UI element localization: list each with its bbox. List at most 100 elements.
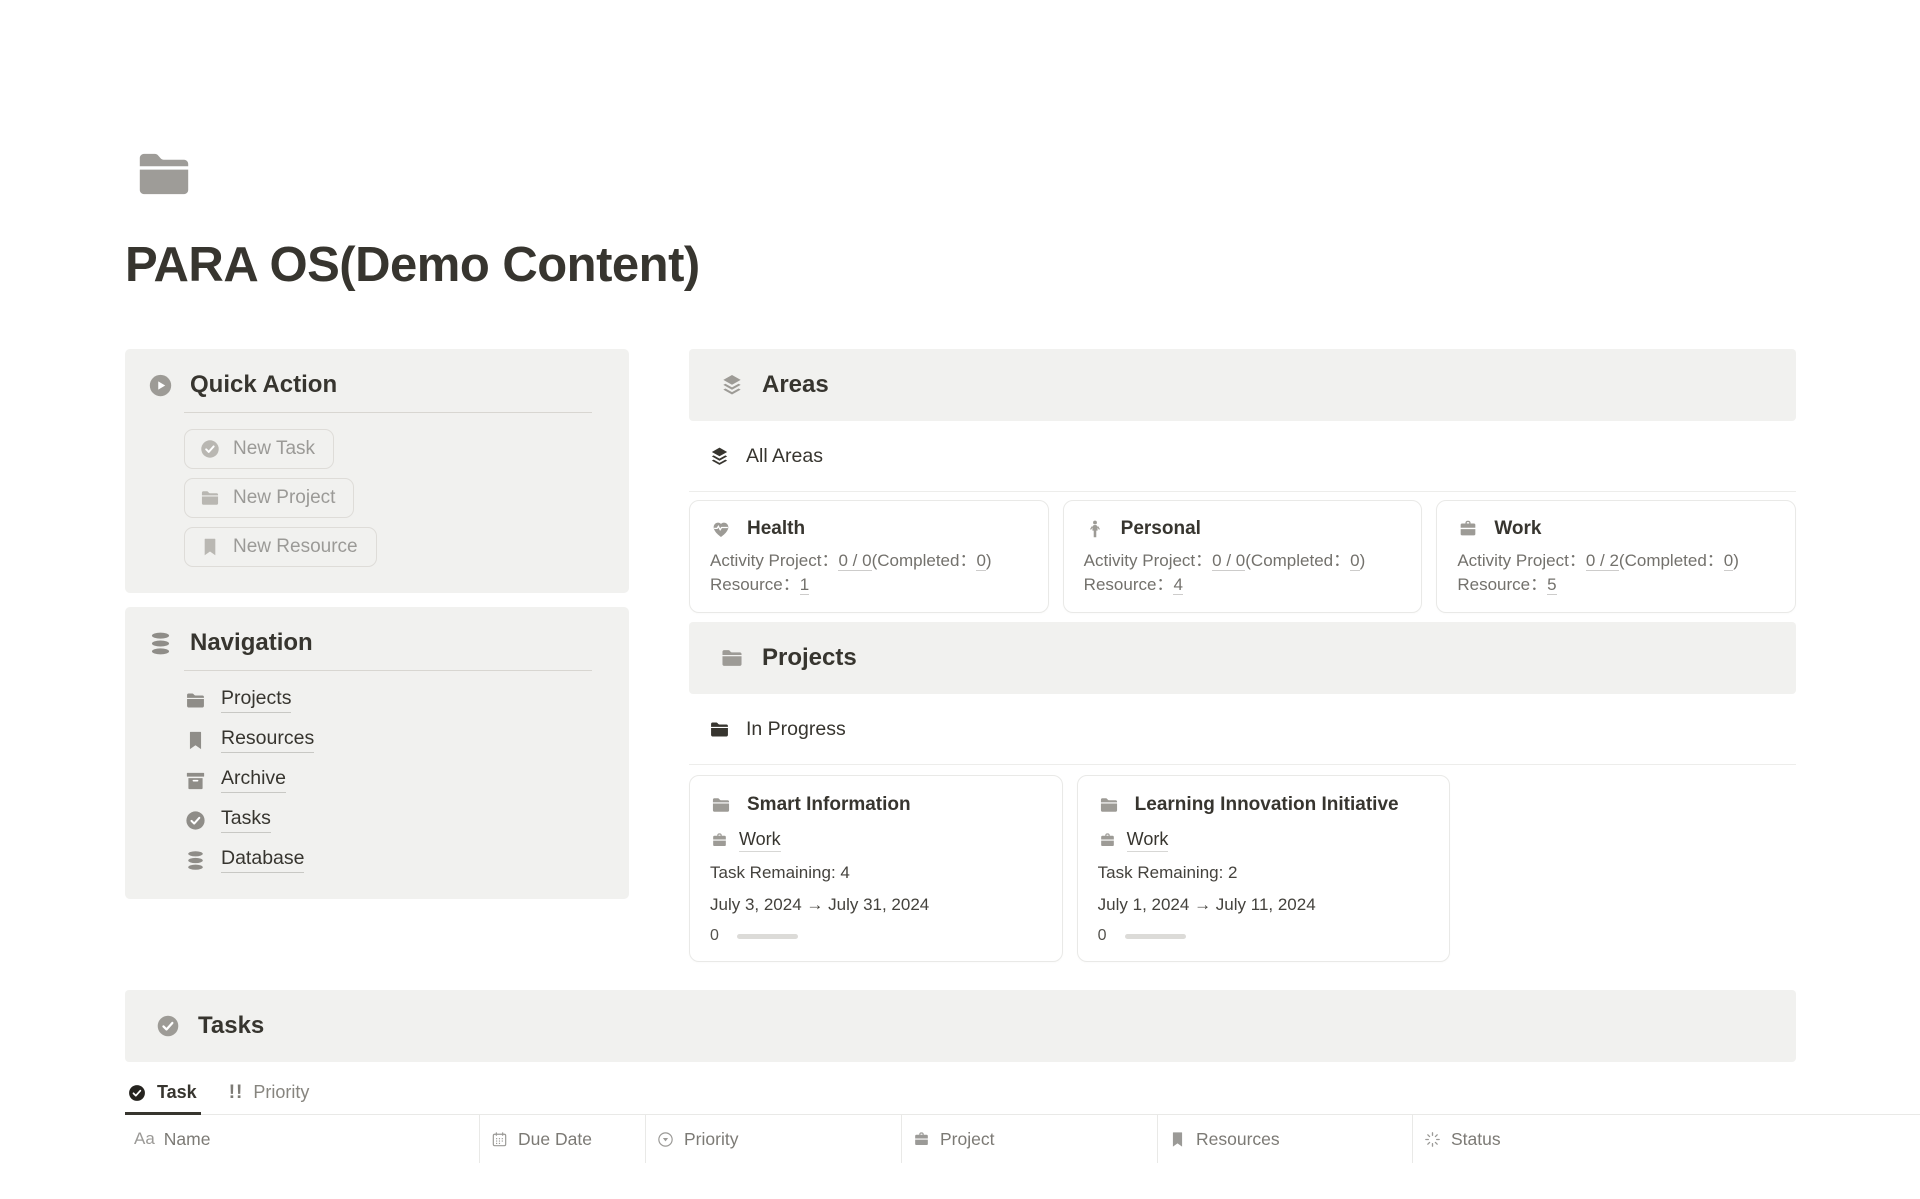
area-name: Health	[747, 518, 805, 540]
briefcase-icon	[912, 1130, 931, 1149]
project-card-smart-information[interactable]: Smart Information Work Task Remaining: 4…	[689, 775, 1063, 962]
all-areas-view-tab[interactable]: All Areas	[689, 421, 1796, 492]
resource-prefix: Resource：	[710, 575, 800, 594]
page-title: PARA OS(Demo Content)	[125, 237, 1920, 293]
layers-icon	[719, 372, 745, 398]
navigation-header: Navigation	[147, 629, 609, 657]
area-activity-line: Activity Project：0 / 2(Completed：0)	[1457, 549, 1775, 573]
folder-icon[interactable]	[125, 141, 203, 207]
database-icon	[184, 849, 207, 872]
all-areas-label: All Areas	[746, 445, 823, 468]
new-task-label: New Task	[233, 438, 315, 460]
left-column: Quick Action New Task New Project New Re…	[125, 349, 629, 962]
activity-count-link[interactable]: 0 / 0	[838, 551, 871, 571]
new-project-button[interactable]: New Project	[184, 478, 354, 518]
areas-section-title: Areas	[762, 371, 829, 399]
quick-action-title: Quick Action	[190, 371, 337, 399]
completed-count-link[interactable]: 0	[1350, 551, 1359, 571]
tasks-table-header: Aa Name Due Date Priority Project Resour…	[125, 1115, 1920, 1163]
play-circle-icon	[147, 372, 174, 399]
area-name: Work	[1494, 518, 1541, 540]
task-remaining-text: Task Remaining: 4	[710, 863, 1042, 883]
areas-section-bar[interactable]: Areas	[689, 349, 1796, 421]
resource-prefix: Resource：	[1084, 575, 1174, 594]
activity-prefix: Activity Project：	[1084, 551, 1212, 570]
check-circle-icon	[199, 438, 221, 460]
area-card-personal[interactable]: Personal Activity Project：0 / 0(Complete…	[1063, 500, 1423, 613]
column-header-resources[interactable]: Resources	[1158, 1115, 1413, 1163]
tab-task[interactable]: Task	[125, 1082, 201, 1115]
status-spinner-icon	[1423, 1130, 1442, 1149]
projects-section-title: Projects	[762, 644, 857, 672]
resource-count-link[interactable]: 1	[800, 575, 809, 595]
bookmark-icon	[199, 536, 221, 558]
column-header-name[interactable]: Aa Name	[125, 1115, 480, 1163]
sidebar-item-archive: Archive	[184, 767, 609, 793]
column-header-due-date[interactable]: Due Date	[480, 1115, 646, 1163]
archive-link[interactable]: Archive	[221, 767, 286, 793]
sidebar-item-tasks: Tasks	[184, 807, 609, 833]
in-progress-label: In Progress	[746, 718, 846, 741]
area-cards-row: Health Activity Project：0 / 0(Completed：…	[689, 500, 1796, 613]
column-status-label: Status	[1451, 1129, 1501, 1150]
empty-card-slot	[1464, 775, 1796, 962]
area-card-title-row: Personal	[1084, 518, 1402, 540]
area-activity-line: Activity Project：0 / 0(Completed：0)	[710, 549, 1028, 573]
project-card-learning-innovation-initiative[interactable]: Learning Innovation Initiative Work Task…	[1077, 775, 1451, 962]
projects-link[interactable]: Projects	[221, 687, 291, 713]
check-circle-icon	[184, 809, 207, 832]
sidebar-item-resources: Resources	[184, 727, 609, 753]
completed-suffix: )	[1360, 551, 1366, 570]
column-header-project[interactable]: Project	[902, 1115, 1158, 1163]
column-priority-label: Priority	[684, 1129, 738, 1150]
quick-action-card: Quick Action New Task New Project New Re…	[125, 349, 629, 593]
tasks-link[interactable]: Tasks	[221, 807, 271, 833]
project-name: Learning Innovation Initiative	[1135, 794, 1399, 816]
project-area-link[interactable]: Work	[1127, 829, 1169, 852]
activity-count-link[interactable]: 0 / 0	[1212, 551, 1245, 571]
quick-action-buttons: New Task New Project New Resource	[184, 429, 609, 567]
progress-row: 0	[1098, 927, 1430, 945]
new-project-label: New Project	[233, 487, 335, 509]
text-aa-icon: Aa	[134, 1129, 155, 1149]
column-resources-label: Resources	[1196, 1129, 1280, 1150]
tab-task-label: Task	[157, 1082, 197, 1103]
tasks-section-bar[interactable]: Tasks	[125, 990, 1796, 1062]
resource-count-link[interactable]: 5	[1547, 575, 1556, 595]
briefcase-icon	[710, 831, 729, 850]
check-circle-icon	[155, 1013, 181, 1039]
new-task-button[interactable]: New Task	[184, 429, 334, 469]
column-header-status[interactable]: Status	[1413, 1115, 1920, 1163]
area-name: Personal	[1121, 518, 1201, 540]
area-resource-line: Resource：5	[1457, 573, 1775, 597]
completed-count-link[interactable]: 0	[1724, 551, 1733, 571]
tab-priority[interactable]: !! Priority	[227, 1082, 314, 1115]
projects-section-bar[interactable]: Projects	[689, 622, 1796, 694]
new-resource-button[interactable]: New Resource	[184, 527, 377, 567]
project-name: Smart Information	[747, 794, 911, 816]
database-icon	[147, 630, 174, 657]
database-link[interactable]: Database	[221, 847, 304, 873]
area-resource-line: Resource：1	[710, 573, 1028, 597]
folder-icon	[708, 718, 731, 741]
bookmark-icon	[184, 729, 207, 752]
date-range-text: July 3, 2024 → July 31, 2024	[710, 895, 1042, 915]
resource-count-link[interactable]: 4	[1173, 575, 1182, 595]
area-card-health[interactable]: Health Activity Project：0 / 0(Completed：…	[689, 500, 1049, 613]
folder-icon	[184, 689, 207, 712]
folder-icon	[199, 487, 221, 509]
resources-link[interactable]: Resources	[221, 727, 314, 753]
activity-prefix: Activity Project：	[1457, 551, 1585, 570]
double-exclamation-icon: !!	[229, 1083, 244, 1102]
area-card-work[interactable]: Work Activity Project：0 / 2(Completed：0)…	[1436, 500, 1796, 613]
completed-count-link[interactable]: 0	[976, 551, 985, 571]
folder-icon	[1098, 794, 1120, 816]
activity-count-link[interactable]: 0 / 2	[1586, 551, 1619, 571]
column-header-priority[interactable]: Priority	[646, 1115, 902, 1163]
sidebar-item-database: Database	[184, 847, 609, 873]
activity-prefix: Activity Project：	[710, 551, 838, 570]
progress-row: 0	[710, 927, 1042, 945]
in-progress-view-tab[interactable]: In Progress	[689, 694, 1796, 765]
project-area-link[interactable]: Work	[739, 829, 781, 852]
chevron-circle-down-icon	[656, 1130, 675, 1149]
